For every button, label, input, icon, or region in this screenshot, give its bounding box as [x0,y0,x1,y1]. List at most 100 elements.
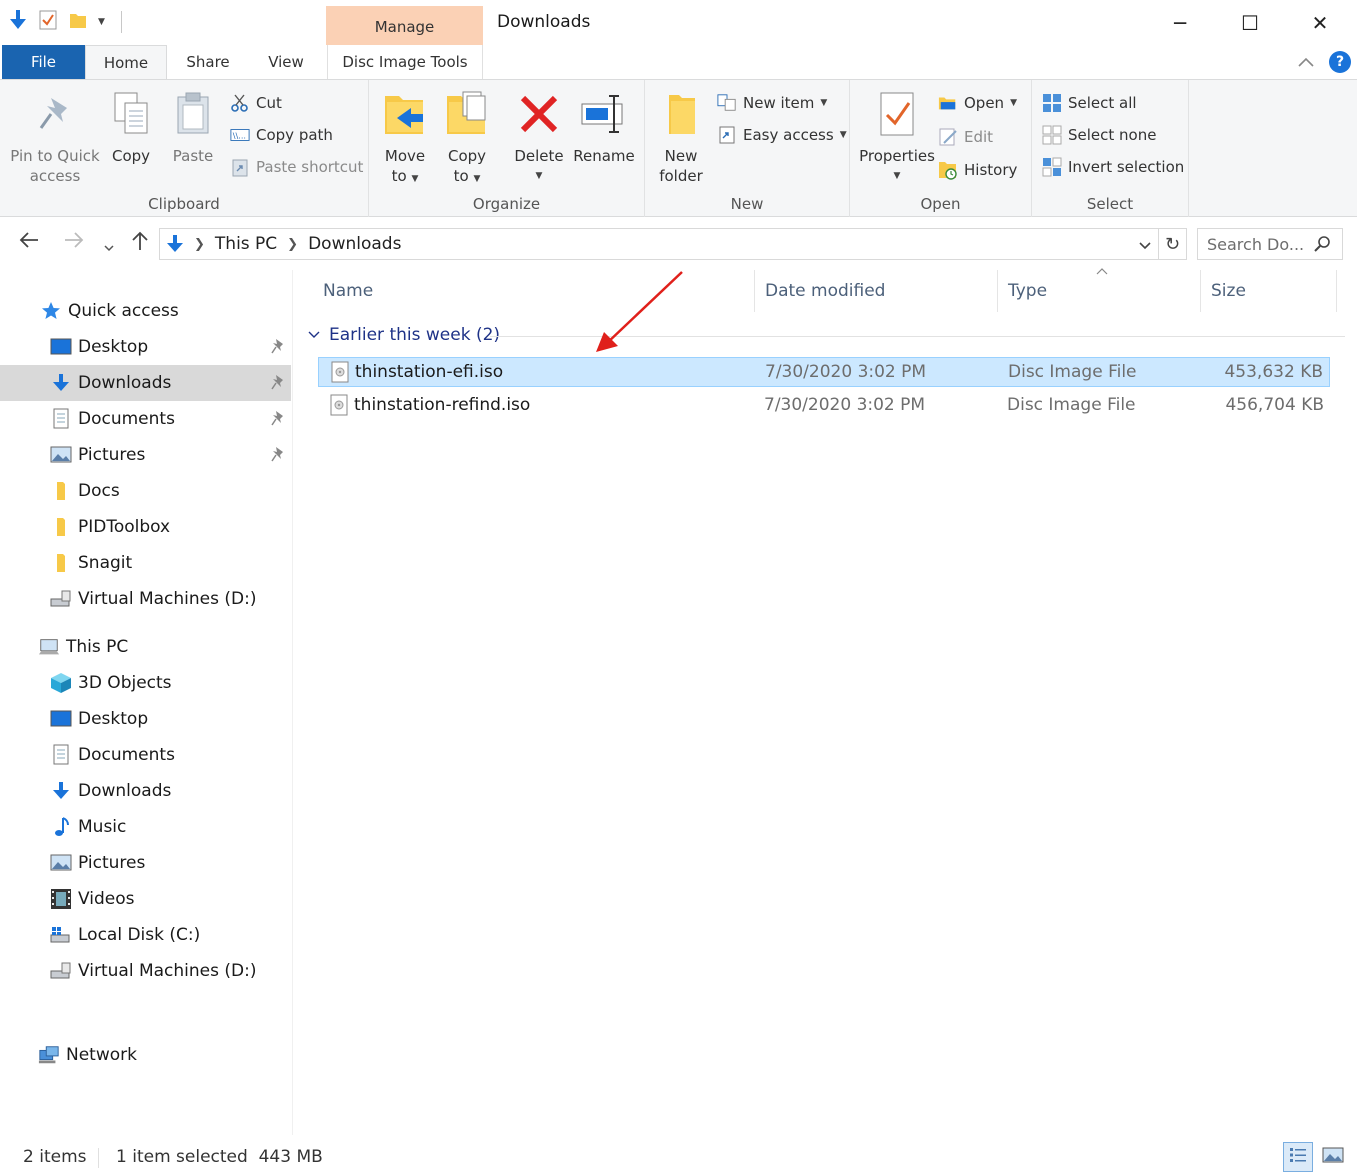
nav-item-downloads[interactable]: Downloads [0,365,291,401]
refresh-button[interactable]: ↻ [1159,228,1187,260]
nav-item-pictures[interactable]: Pictures [0,437,291,473]
file-row[interactable]: thinstation-efi.iso 7/30/2020 3:02 PM Di… [318,357,1330,387]
pictures-icon [50,852,72,874]
open-button[interactable]: Open ▼ [938,91,1017,115]
recent-locations-chevron-icon[interactable] [103,234,115,258]
select-all-button[interactable]: Select all [1042,91,1137,115]
tab-view[interactable]: View [250,45,322,79]
nav-item-docs[interactable]: Docs [0,473,291,509]
nav-item-music[interactable]: Music [0,809,291,845]
nav-item-desktop[interactable]: Desktop [0,329,291,365]
pin-icon[interactable] [271,410,285,431]
copy-button[interactable]: Copy [105,88,157,166]
nav-item-pidtoolbox[interactable]: PIDToolbox [0,509,291,545]
nav-item-pc-pictures[interactable]: Pictures [0,845,291,881]
nav-item-pc-documents[interactable]: Documents [0,737,291,773]
group-header[interactable]: Earlier this week (2) [307,325,1345,345]
breadcrumb-chevron-icon[interactable]: ❯ [194,237,205,252]
tab-file[interactable]: File [2,45,85,79]
search-input[interactable]: Search Do... [1197,228,1343,260]
properties-icon[interactable] [38,9,58,35]
nav-quick-access[interactable]: Quick access [0,293,291,329]
ribbon-controls: ? [1297,51,1351,73]
easy-access-button[interactable]: Easy access ▼ [717,123,847,147]
up-arrow-icon[interactable] [130,230,150,257]
details-view-button[interactable] [1283,1142,1313,1172]
disc-image-file-icon [330,394,348,421]
new-folder-button[interactable]: New folder [651,88,711,186]
copy-path-button[interactable]: \\... Copy path [230,123,333,147]
move-to-chevron-icon: ▼ [411,174,419,184]
nav-item-videos[interactable]: Videos [0,881,291,917]
properties-check-icon [873,88,921,140]
pin-icon[interactable] [271,338,285,359]
paste-button[interactable]: Paste [166,88,220,166]
delete-button[interactable]: Delete ▼ [509,88,569,186]
invert-selection-button[interactable]: Invert selection [1042,155,1184,179]
nav-this-pc[interactable]: This PC [0,629,291,665]
tab-disc-image-tools[interactable]: Disc Image Tools [327,45,483,79]
column-header-size[interactable]: Size [1201,270,1337,312]
new-item-button[interactable]: New item ▼ [717,91,827,115]
svg-text:\\...: \\... [233,131,246,141]
breadcrumb-this-pc[interactable]: This PC [215,234,277,254]
tab-share[interactable]: Share [172,45,244,79]
rename-button[interactable]: Rename [571,88,637,166]
address-bar[interactable]: ❯ This PC ❯ Downloads [159,228,1159,260]
pin-icon[interactable] [271,446,285,467]
move-to-button[interactable]: Move to ▼ [377,88,433,189]
nav-item-3d-objects[interactable]: 3D Objects [0,665,291,701]
properties-button[interactable]: Properties ▼ [856,88,938,186]
edit-button[interactable]: Edit [938,125,993,149]
navigation-bar: ❯ This PC ❯ Downloads ↻ Search Do... [0,218,1357,270]
ribbon: Pin to Quick access Copy Paste Cut \\... [0,79,1357,217]
history-button[interactable]: History [938,158,1017,182]
invert-selection-icon [1042,157,1062,177]
nav-item-pc-desktop[interactable]: Desktop [0,701,291,737]
help-icon[interactable]: ? [1329,51,1351,73]
close-button[interactable]: ✕ [1285,0,1355,45]
address-history-chevron-icon[interactable] [1138,237,1152,257]
chevron-down-icon[interactable] [307,330,321,340]
file-row[interactable]: thinstation-refind.iso 7/30/2020 3:02 PM… [318,391,1330,421]
properties-chevron-icon: ▼ [893,171,901,181]
forward-arrow-icon[interactable] [63,230,85,255]
nav-item-documents[interactable]: Documents [0,401,291,437]
chevron-up-icon[interactable] [1297,53,1315,72]
nav-item-pc-downloads[interactable]: Downloads [0,773,291,809]
clipboard-group: Pin to Quick access Copy Paste Cut \\... [0,80,369,217]
pin-icon[interactable] [271,374,285,395]
column-header-date-modified[interactable]: Date modified [755,270,998,312]
breadcrumb-downloads[interactable]: Downloads [308,234,401,254]
breadcrumb-chevron-icon[interactable]: ❯ [287,237,298,252]
nav-item-virtual-machines[interactable]: Virtual Machines (D:) [0,581,291,617]
new-folder-icon[interactable] [68,10,88,34]
open-group: Properties ▼ Open ▼ Edit History Open [850,80,1032,217]
nav-network[interactable]: Network [0,1037,291,1073]
cut-button[interactable]: Cut [230,91,282,115]
drive-icon [50,588,72,610]
tab-home[interactable]: Home [85,45,167,80]
paste-shortcut-button[interactable]: Paste shortcut [230,155,363,179]
back-arrow-icon[interactable] [18,230,40,255]
maximize-button[interactable]: ☐ [1215,0,1285,45]
search-icon [1314,235,1332,257]
nav-item-pc-virtual-machines[interactable]: Virtual Machines (D:) [0,953,291,989]
move-to-icon [381,88,429,140]
pin-to-quick-access-button[interactable]: Pin to Quick access [8,88,102,186]
windows-drive-icon [50,924,72,946]
disc-image-file-icon [331,361,349,388]
nav-item-snagit[interactable]: Snagit [0,545,291,581]
nav-item-local-disk[interactable]: Local Disk (C:) [0,917,291,953]
large-icons-view-button[interactable] [1318,1142,1348,1172]
select-none-button[interactable]: Select none [1042,123,1156,147]
customize-toolbar-chevron-icon[interactable]: ▼ [98,17,105,27]
minimize-button[interactable]: ─ [1145,0,1215,45]
copy-to-button[interactable]: Copy to ▼ [439,88,495,189]
document-icon [50,744,72,766]
details-view-icon [1288,1145,1308,1170]
copy-icon [107,88,155,140]
download-arrow-icon[interactable] [8,8,28,36]
ribbon-tabs: File Home Share View Disc Image Tools ? [0,45,1357,80]
edit-pencil-icon [938,127,958,147]
